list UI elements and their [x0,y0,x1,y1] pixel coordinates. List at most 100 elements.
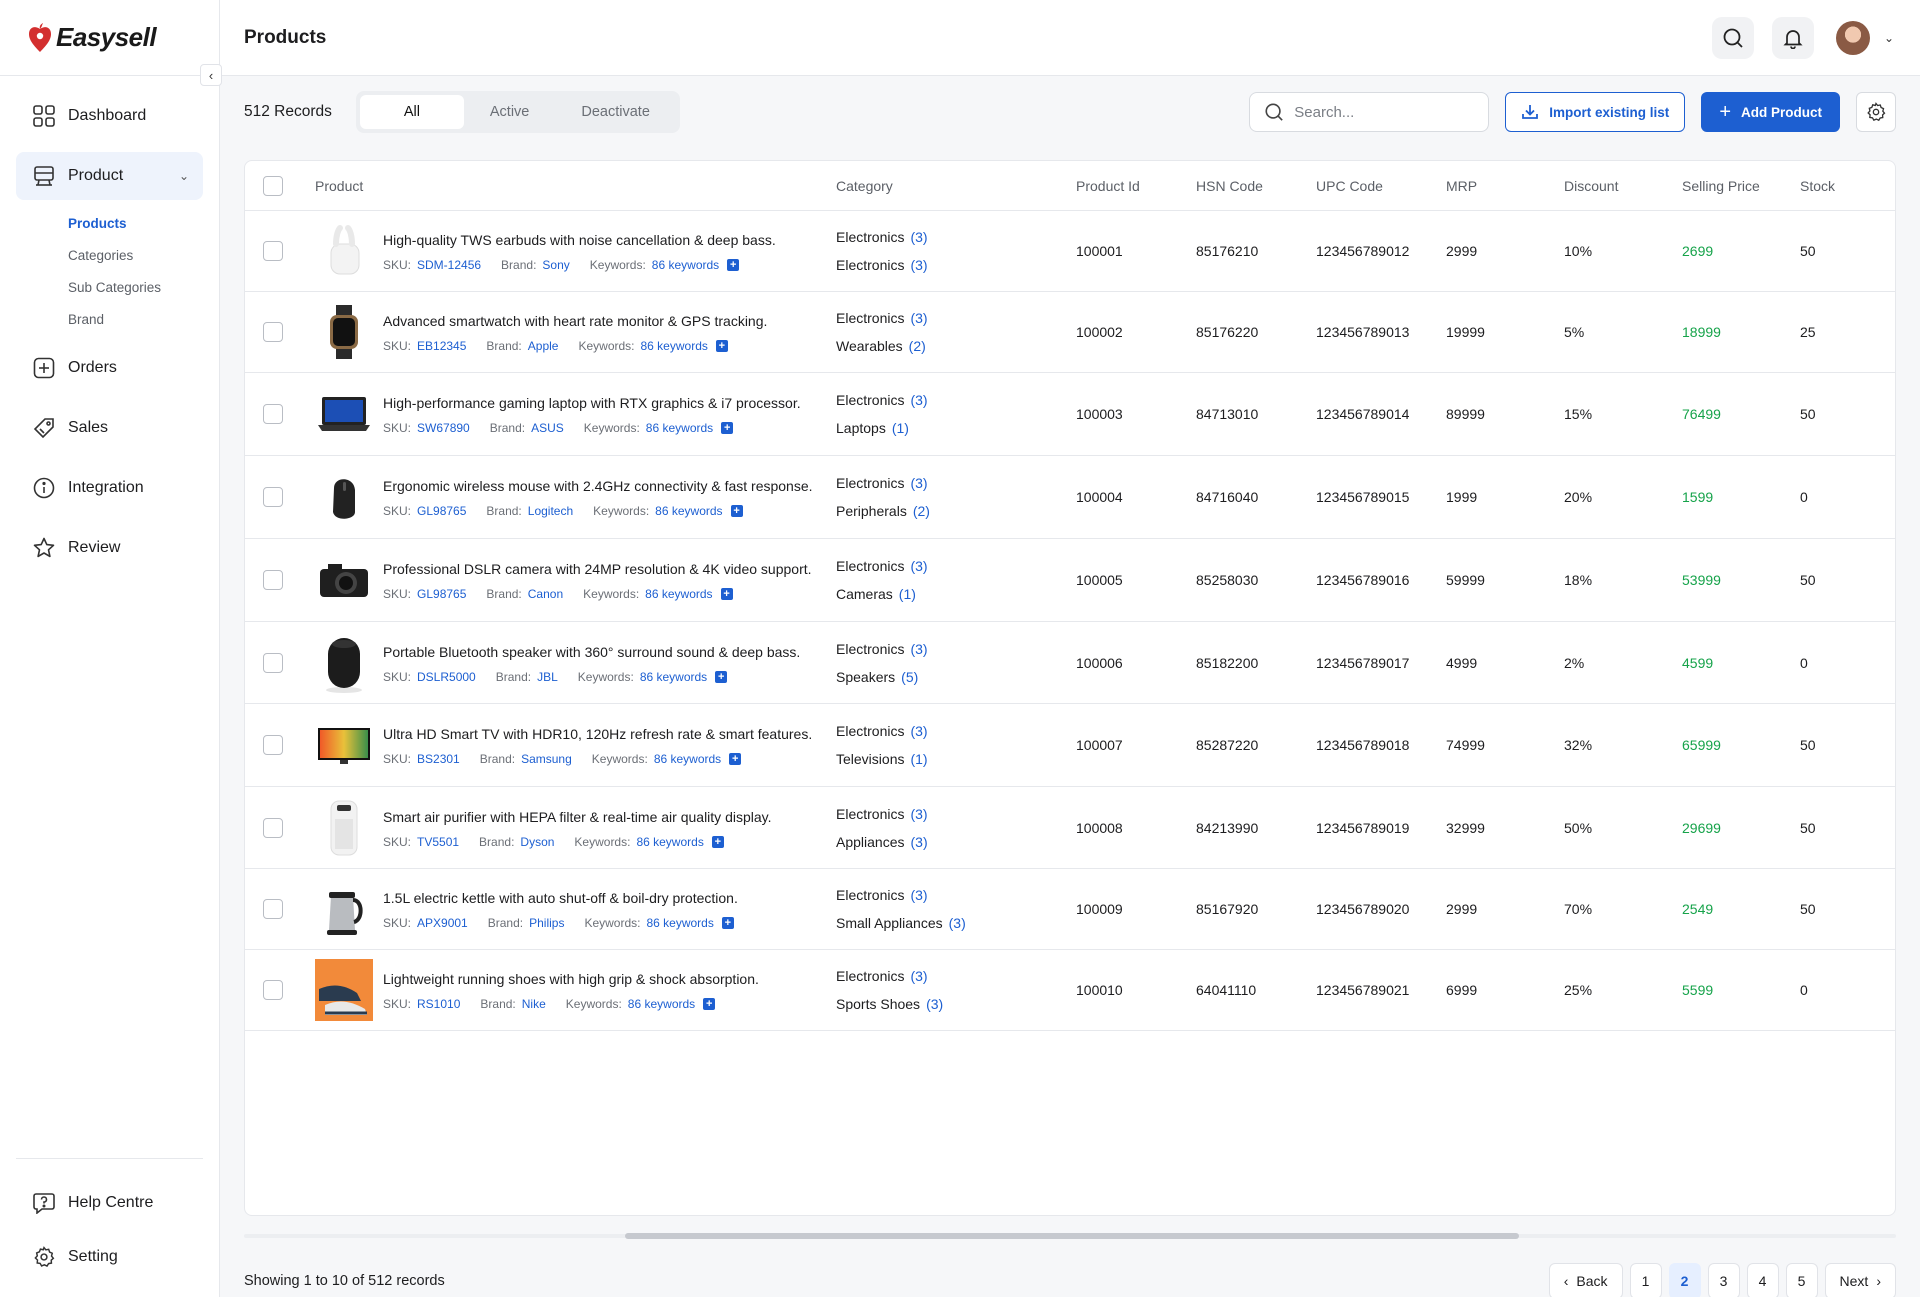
brand-value[interactable]: Logitech [528,504,573,518]
product-name[interactable]: Ergonomic wireless mouse with 2.4GHz con… [383,476,813,496]
avatar[interactable] [1835,20,1870,55]
filter-tab-deactivate[interactable]: Deactivate [555,95,676,129]
brand-value[interactable]: Apple [528,339,559,353]
sku-value[interactable]: SW67890 [417,421,470,435]
col-header-category[interactable]: Category [836,161,1056,211]
keywords-value[interactable]: 86 keywords [652,258,719,272]
add-keyword-icon[interactable]: + [727,259,740,271]
brand-value[interactable]: Philips [529,916,564,930]
page-back-button[interactable]: ‹ Back [1548,1262,1623,1297]
subnav-item-sub-categories[interactable]: Sub Categories [68,272,203,304]
col-header-product-id[interactable]: Product Id [1076,161,1140,211]
page-button-4[interactable]: 4 [1746,1262,1779,1297]
sidebar-collapse-button[interactable]: ‹ [200,64,222,86]
category-count[interactable]: (3) [911,834,928,850]
col-header-stock[interactable]: Stock [1800,161,1835,211]
row-checkbox[interactable] [263,241,283,261]
product-name[interactable]: Smart air purifier with HEPA filter & re… [383,807,772,827]
sku-value[interactable]: SDM-12456 [417,258,481,272]
product-name[interactable]: Professional DSLR camera with 24MP resol… [383,559,812,579]
product-name[interactable]: Ultra HD Smart TV with HDR10, 120Hz refr… [383,724,812,744]
category-count[interactable]: (3) [910,257,927,273]
row-checkbox[interactable] [263,487,283,507]
logo[interactable]: Easysell [0,0,219,76]
sku-value[interactable]: GL98765 [417,504,466,518]
sku-value[interactable]: APX9001 [417,916,468,930]
add-keyword-icon[interactable]: + [703,998,716,1010]
sku-value[interactable]: TV5501 [417,835,459,849]
table-row[interactable]: Portable Bluetooth speaker with 360° sur… [245,622,1895,704]
category-count[interactable]: (3) [910,806,927,822]
add-keyword-icon[interactable]: + [730,505,743,517]
category-count[interactable]: (1) [892,420,909,436]
table-row[interactable]: Lightweight running shoes with high grip… [245,950,1895,1031]
sidebar-item-setting[interactable]: Setting [16,1233,203,1281]
table-row[interactable]: High-quality TWS earbuds with noise canc… [245,211,1895,292]
keywords-value[interactable]: 86 keywords [646,916,713,930]
keywords-value[interactable]: 86 keywords [641,339,708,353]
keywords-value[interactable]: 86 keywords [646,421,713,435]
sku-value[interactable]: BS2301 [417,752,460,766]
sku-value[interactable]: EB12345 [417,339,466,353]
row-checkbox[interactable] [263,735,283,755]
table-row[interactable]: Ultra HD Smart TV with HDR10, 120Hz refr… [245,704,1895,787]
page-button-3[interactable]: 3 [1707,1262,1740,1297]
category-count[interactable]: (3) [910,723,927,739]
chevron-down-icon[interactable]: ⌄ [1884,31,1894,45]
product-name[interactable]: High-quality TWS earbuds with noise canc… [383,230,776,250]
category-count[interactable]: (3) [949,915,966,931]
product-name[interactable]: 1.5L electric kettle with auto shut-off … [383,888,738,908]
col-header-mrp[interactable]: MRP [1446,161,1477,211]
keywords-value[interactable]: 86 keywords [654,752,721,766]
scrollbar-thumb[interactable] [625,1233,1519,1239]
col-header-hsn-code[interactable]: HSN Code [1196,161,1263,211]
filter-tab-all[interactable]: All [359,95,464,129]
table-row[interactable]: Professional DSLR camera with 24MP resol… [245,539,1895,622]
subnav-item-brand[interactable]: Brand [68,304,203,336]
category-count[interactable]: (3) [910,229,927,245]
col-header-product[interactable]: Product [315,161,815,211]
category-count[interactable]: (3) [910,641,927,657]
col-header-selling-price[interactable]: Selling Price [1682,161,1760,211]
brand-value[interactable]: Samsung [521,752,572,766]
col-header-discount[interactable]: Discount [1564,161,1618,211]
sku-value[interactable]: RS1010 [417,997,460,1011]
select-all-checkbox[interactable] [263,176,283,196]
category-count[interactable]: (3) [910,392,927,408]
category-count[interactable]: (3) [910,887,927,903]
table-row[interactable]: Ergonomic wireless mouse with 2.4GHz con… [245,456,1895,539]
subnav-item-products[interactable]: Products [68,208,203,240]
keywords-value[interactable]: 86 keywords [628,997,695,1011]
row-checkbox[interactable] [263,404,283,424]
row-checkbox[interactable] [263,652,283,673]
sidebar-item-dashboard[interactable]: Dashboard [16,92,203,140]
row-checkbox[interactable] [263,322,283,342]
category-count[interactable]: (2) [909,338,926,354]
horizontal-scrollbar[interactable] [244,1230,1896,1242]
brand-value[interactable]: Nike [522,997,546,1011]
sidebar-item-help-centre[interactable]: Help Centre [16,1179,203,1227]
table-row[interactable]: Advanced smartwatch with heart rate moni… [245,292,1895,373]
search-input[interactable] [1294,103,1465,121]
row-checkbox[interactable] [263,980,283,1000]
notifications-button[interactable] [1771,16,1814,59]
category-count[interactable]: (3) [910,475,927,491]
page-button-1[interactable]: 1 [1629,1262,1662,1297]
product-name[interactable]: Portable Bluetooth speaker with 360° sur… [383,642,800,662]
add-product-button[interactable]: + Add Product [1701,92,1840,132]
sku-value[interactable]: GL98765 [417,587,466,601]
category-count[interactable]: (3) [926,996,943,1012]
sidebar-item-integration[interactable]: Integration [16,464,203,512]
add-keyword-icon[interactable]: + [715,340,728,352]
header-search-button[interactable] [1711,16,1754,59]
search-box[interactable] [1249,92,1490,132]
sku-value[interactable]: DSLR5000 [417,670,476,684]
keywords-value[interactable]: 86 keywords [645,587,712,601]
sidebar-item-orders[interactable]: Orders [16,344,203,392]
brand-value[interactable]: JBL [537,670,558,684]
page-next-button[interactable]: Next › [1824,1262,1896,1297]
keywords-value[interactable]: 86 keywords [640,670,707,684]
sidebar-item-product[interactable]: Product ⌄ [16,152,203,200]
product-name[interactable]: Lightweight running shoes with high grip… [383,969,759,989]
row-checkbox[interactable] [263,570,283,590]
